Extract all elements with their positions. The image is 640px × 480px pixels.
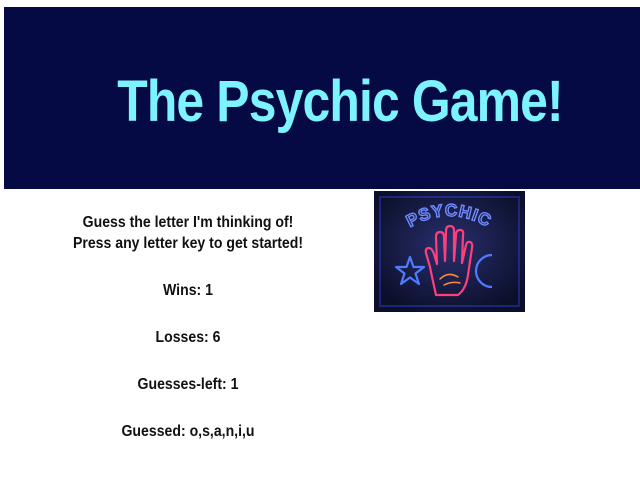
guesses-left-stat: Guesses-left: 1 [65,374,311,395]
wins-value: 1 [205,282,213,299]
instruction-line-1: Guess the letter I'm thinking of! [82,214,294,231]
psychic-neon-sign-graphic: PSYCHIC [374,191,525,312]
instruction-line-2: Press any letter key to get started! [72,235,304,252]
guessed-label: Guessed: [121,423,186,440]
wins-label: Wins: [163,282,202,299]
game-info-panel: Guess the letter I'm thinking of! Press … [65,212,311,442]
guesses-left-label: Guesses-left: [137,376,227,393]
top-strip [0,0,640,7]
losses-value: 6 [212,329,221,346]
losses-label: Losses: [155,329,209,346]
guesses-left-value: 1 [230,376,239,393]
guessed-stat: Guessed: o,s,a,n,i,u [65,421,311,442]
page-title: The Psychic Game! [117,69,563,134]
guessed-letters: o,s,a,n,i,u [189,423,255,440]
page-header: The Psychic Game! [4,7,640,189]
psychic-neon-sign-image: PSYCHIC [374,191,525,312]
wins-stat: Wins: 1 [65,280,311,301]
losses-stat: Losses: 6 [65,327,311,348]
